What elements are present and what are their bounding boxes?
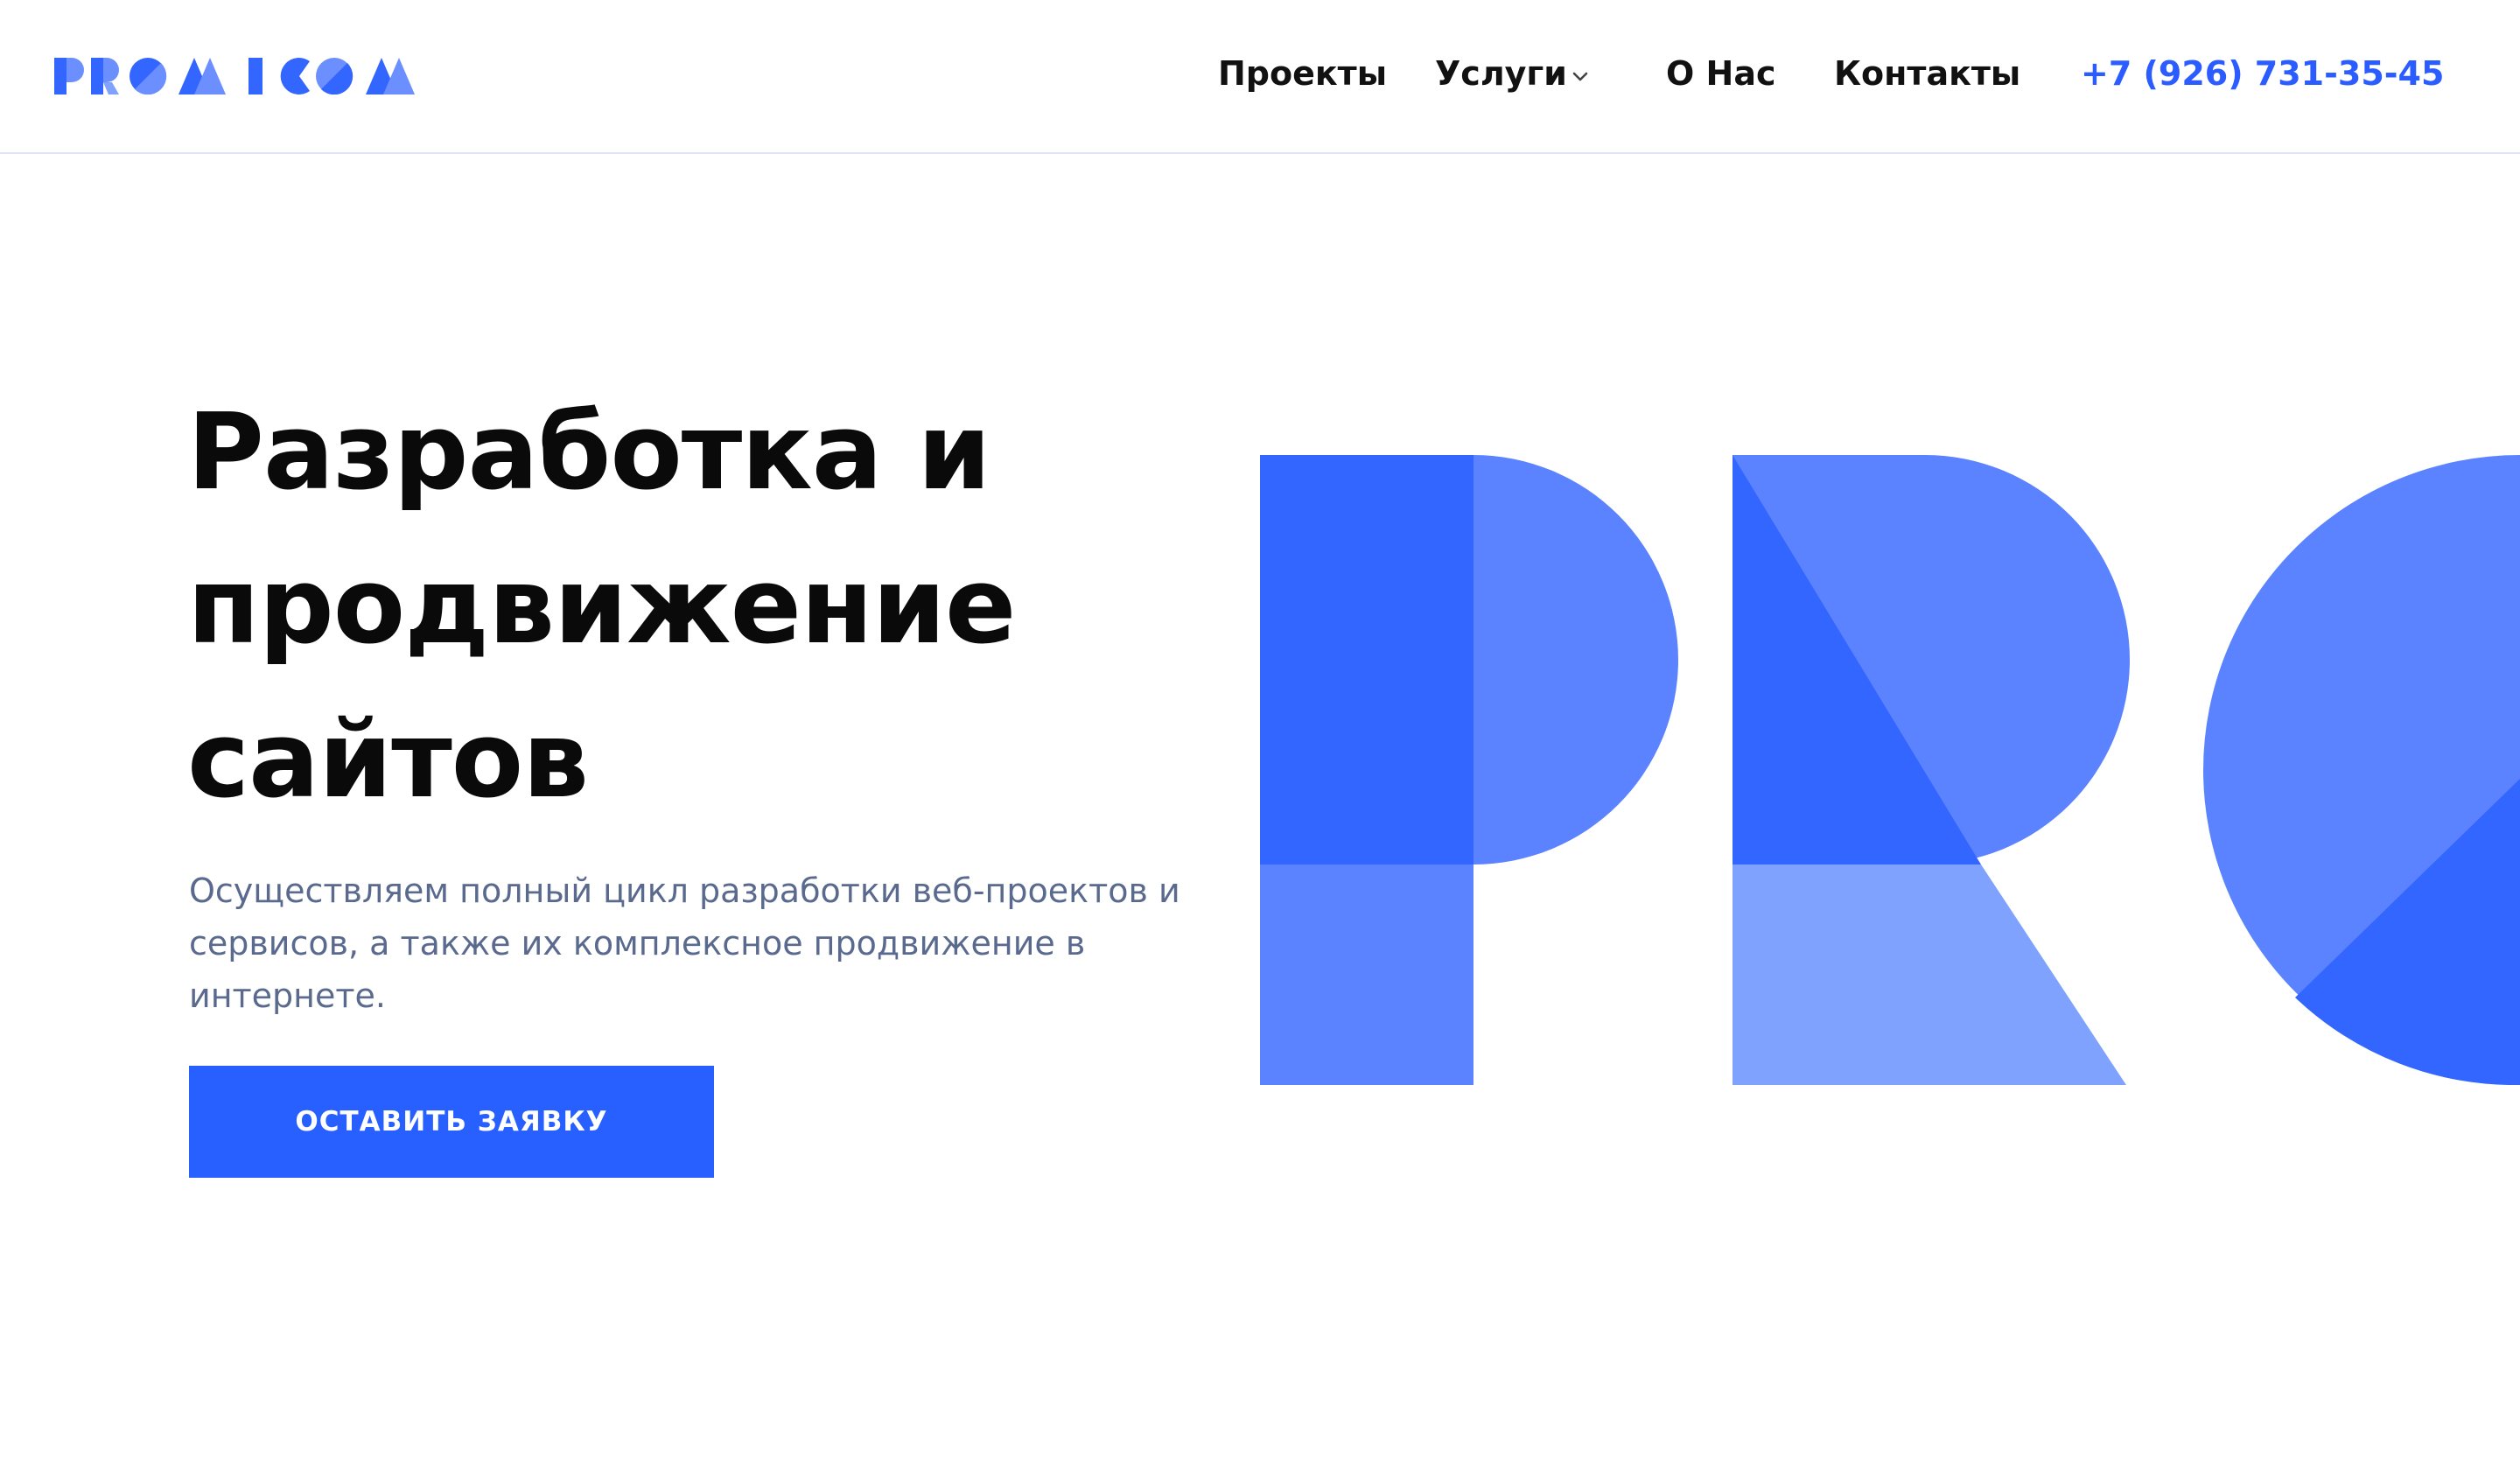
- hero-pro-graphic: [1260, 455, 2520, 1085]
- hero-subtitle-line: Осуществляем полный цикл разработки веб-…: [189, 872, 1180, 910]
- hero-title-line: Разработка и: [187, 392, 991, 514]
- letter-o-shape: [2203, 455, 2520, 1085]
- letter-r-shape: [1732, 455, 2130, 1085]
- nav-projects[interactable]: Проекты: [1218, 54, 1387, 93]
- hero-subtitle-line: интернете.: [189, 976, 386, 1015]
- hero-title-line: сайтов: [187, 700, 589, 822]
- hero-title-line: продвижение: [187, 546, 1016, 668]
- submit-request-button[interactable]: ОСТАВИТЬ ЗАЯВКУ: [189, 1066, 714, 1178]
- nav-contacts[interactable]: Контакты: [1834, 54, 2020, 93]
- site-header: Проекты Услуги О Нас Контакты +7 (926) 7…: [0, 0, 2520, 154]
- promicom-logo[interactable]: [54, 58, 430, 94]
- hero-subtitle: Осуществляем полный цикл разработки веб-…: [189, 864, 1195, 1022]
- chevron-down-icon[interactable]: [1570, 66, 1591, 88]
- nav-services[interactable]: Услуги: [1435, 54, 1567, 93]
- hero-title: Разработка и продвижение сайтов: [187, 376, 1150, 838]
- nav-about[interactable]: О Нас: [1666, 54, 1776, 93]
- phone-link[interactable]: +7 (926) 731-35-45: [2081, 54, 2444, 93]
- letter-p-shape: [1260, 455, 1678, 1085]
- hero-subtitle-line: сервисов, а также их комплексное продвиж…: [189, 924, 1086, 962]
